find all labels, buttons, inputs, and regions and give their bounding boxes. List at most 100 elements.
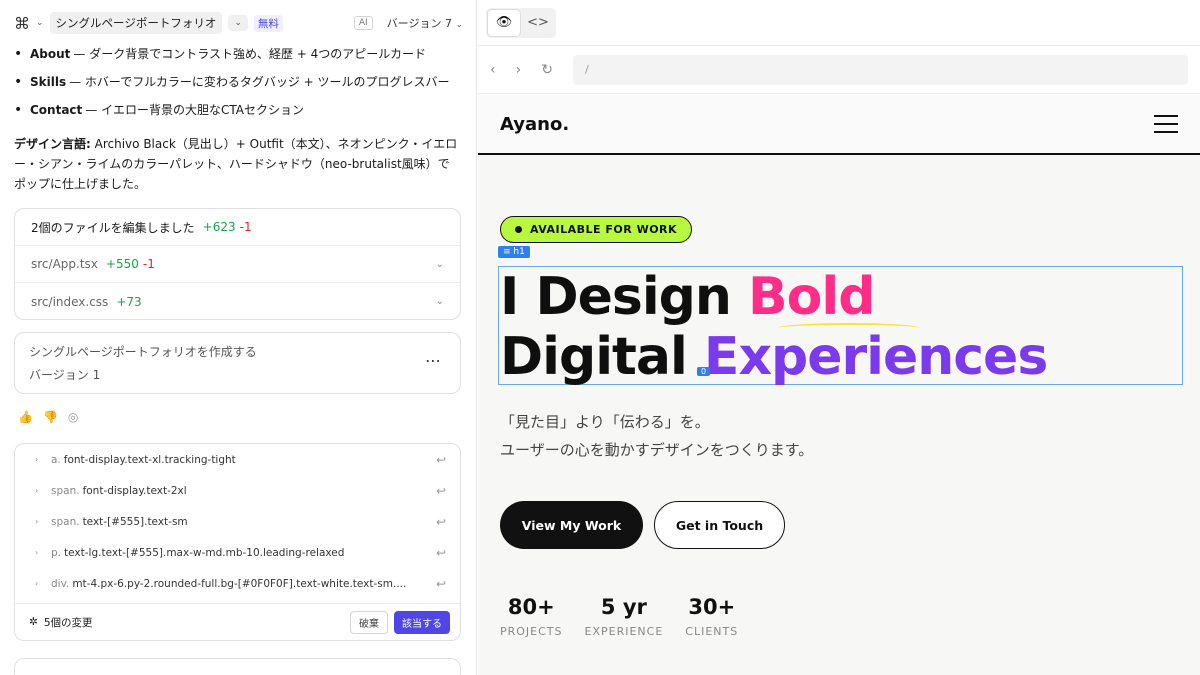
code-icon[interactable]: <> xyxy=(522,10,554,36)
bullet-title: About xyxy=(30,47,71,61)
next-card xyxy=(14,658,461,675)
top-bar: ⌘ ⌄ シングルページポートフォリオ ⌄ 無料 AI バージョン 7 ⌄ xyxy=(0,0,476,46)
change-selector: font-display.text-xl.tracking-tight xyxy=(63,453,236,466)
status-dot-icon xyxy=(515,226,522,233)
bullet-skills: • Skills — ホバーでフルカラーに変わるタグバッジ + ツールのプログレス… xyxy=(14,74,461,102)
chevron-down-icon[interactable]: ⌄ xyxy=(436,259,444,270)
chevron-right-icon[interactable]: › xyxy=(35,517,51,526)
subtitle-line: ユーザーの心を動かすデザインをつくります。 xyxy=(500,441,814,459)
change-row[interactable]: › span. text-[#555].text-sm ↩ xyxy=(15,506,460,537)
chevron-right-icon[interactable]: › xyxy=(35,579,51,588)
changes-count: 5個の変更 xyxy=(43,616,93,629)
restore-icon[interactable]: ◎ xyxy=(68,410,78,424)
bullet-dot: • xyxy=(14,46,23,62)
url-input[interactable]: / xyxy=(572,54,1188,85)
chat-panel: ⌘ ⌄ シングルページポートフォリオ ⌄ 無料 AI バージョン 7 ⌄ • A… xyxy=(0,0,477,675)
thumbs-down-icon[interactable]: 👎 xyxy=(43,410,58,424)
subtitle-line: 「見た目」より「伝わる」を。 xyxy=(500,413,710,431)
change-row[interactable]: › a. font-display.text-xl.tracking-tight… xyxy=(15,444,460,475)
eye-icon[interactable]: 👁 xyxy=(488,9,520,36)
version-label: バージョン 7 xyxy=(386,17,452,30)
menu-icon[interactable] xyxy=(1154,115,1178,133)
index-tag: 0 xyxy=(697,367,711,376)
site-brand[interactable]: Ayano. xyxy=(500,114,569,135)
selection-tag: ≡ h1 xyxy=(498,246,530,258)
file-deletions: -1 xyxy=(142,257,155,271)
file-name: src/App.tsx xyxy=(31,257,98,271)
change-tag: a. xyxy=(51,453,61,466)
site-preview: Ayano. AVAILABLE FOR WORK ≡ h1 I Design … xyxy=(478,95,1200,675)
stat-number: 5 yr xyxy=(600,595,647,619)
undo-icon[interactable]: ↩ xyxy=(436,515,446,529)
change-selector: font-display.text-2xl xyxy=(82,484,187,497)
bullet-title: Contact xyxy=(30,103,83,117)
forward-icon[interactable]: › xyxy=(516,62,522,78)
view-work-button[interactable]: View My Work xyxy=(500,501,643,549)
changes-footer: ✲ 5個の変更 破棄 該当する xyxy=(15,603,460,640)
stats-row: 80+ PROJECTS 5 yr EXPERIENCE 30+ CLIENTS xyxy=(500,595,738,638)
stat-number: 80+ xyxy=(507,595,555,619)
chevron-right-icon[interactable]: › xyxy=(35,548,51,557)
undo-icon[interactable]: ↩ xyxy=(436,577,446,591)
stat-item: 30+ CLIENTS xyxy=(685,595,738,638)
version-card-title: シングルページポートフォリオを作成する xyxy=(29,345,257,359)
url-bar: ‹ › ↻ / xyxy=(478,46,1200,94)
project-name[interactable]: シングルページポートフォリオ xyxy=(49,12,223,34)
stat-label: EXPERIENCE xyxy=(584,625,664,638)
pending-changes-card: › a. font-display.text-xl.tracking-tight… xyxy=(14,443,461,641)
additions-count: +623 xyxy=(202,220,236,234)
project-dropdown-icon[interactable]: ⌄ xyxy=(228,15,248,31)
change-selector: mt-4.px-6.py-2.rounded-full.bg-[#0F0F0F]… xyxy=(72,577,407,590)
app-logo-icon[interactable]: ⌘ xyxy=(14,14,30,33)
chevron-down-icon[interactable]: ⌄ xyxy=(436,296,444,307)
change-selector: text-[#555].text-sm xyxy=(82,515,188,528)
file-name: src/index.css xyxy=(31,294,109,309)
discard-button[interactable]: 破棄 xyxy=(350,610,388,634)
bullet-text: — ダーク背景でコントラスト強め、経歴 + 4つのアピールカード xyxy=(73,47,426,61)
design-label: デザイン言語: xyxy=(14,137,91,151)
change-tag: span. xyxy=(51,515,80,528)
version-card[interactable]: シングルページポートフォリオを作成する バージョン 1 ⋯ xyxy=(14,332,461,394)
design-note: デザイン言語: Archivo Black（見出し）+ Outfit（本文）、ネ… xyxy=(14,134,461,194)
change-tag: div. xyxy=(51,577,70,590)
ai-badge[interactable]: AI xyxy=(353,16,373,30)
change-row[interactable]: › span. font-display.text-2xl ↩ xyxy=(15,475,460,506)
stat-item: 80+ PROJECTS xyxy=(500,595,563,638)
headline-text: Digital xyxy=(500,327,704,387)
file-additions: +550 xyxy=(105,257,139,271)
preview-panel: 👁 <> ‹ › ↻ / Ayano. AVAILABLE FOR WORK ≡… xyxy=(478,0,1200,675)
version-selector[interactable]: バージョン 7 ⌄ xyxy=(387,15,463,31)
chevron-down-icon[interactable]: ⌄ xyxy=(36,18,44,28)
more-options-icon[interactable]: ⋯ xyxy=(425,351,442,370)
edited-files-card: 2個のファイルを編集しました +623 -1 src/App.tsx +550 … xyxy=(14,208,461,320)
file-row[interactable]: src/index.css +73 ⌄ xyxy=(15,283,460,320)
change-row[interactable]: › p. text-lg.text-[#555].max-w-md.mb-10.… xyxy=(15,537,460,568)
file-additions: +73 xyxy=(116,294,142,309)
preview-toolbar: 👁 <> xyxy=(478,0,1200,46)
hero-headline[interactable]: I Design Bold Digital Experiences xyxy=(500,267,1048,387)
apply-button[interactable]: 該当する xyxy=(394,610,450,634)
file-row[interactable]: src/App.tsx +550 -1 ⌄ xyxy=(15,246,460,283)
thumbs-up-icon[interactable]: 👍 xyxy=(18,410,33,424)
undo-icon[interactable]: ↩ xyxy=(436,484,446,498)
chevron-right-icon[interactable]: › xyxy=(35,486,51,495)
bullet-text: — イエロー背景の大胆なCTAセクション xyxy=(85,103,304,117)
stat-number: 30+ xyxy=(688,595,736,619)
chevron-right-icon[interactable]: › xyxy=(35,455,51,464)
stat-item: 5 yr EXPERIENCE xyxy=(585,595,664,638)
view-mode-toggle: 👁 <> xyxy=(486,7,556,38)
headline-highlight-bold: Bold xyxy=(748,267,875,327)
edited-files-title: 2個のファイルを編集しました xyxy=(31,220,195,235)
bullet-title: Skills xyxy=(30,75,67,89)
chat-message: • About — ダーク背景でコントラスト強め、経歴 + 4つのアピールカード … xyxy=(14,46,461,194)
change-row[interactable]: › div. mt-4.px-6.py-2.rounded-full.bg-[#… xyxy=(15,568,460,599)
edited-files-header: 2個のファイルを編集しました +623 -1 xyxy=(15,209,460,246)
get-in-touch-button[interactable]: Get in Touch xyxy=(654,501,785,549)
back-icon[interactable]: ‹ xyxy=(490,62,496,78)
undo-icon[interactable]: ↩ xyxy=(436,546,446,560)
undo-icon[interactable]: ↩ xyxy=(436,453,446,467)
chevron-down-icon: ⌄ xyxy=(455,20,463,30)
reload-icon[interactable]: ↻ xyxy=(541,62,553,78)
feedback-bar: 👍 👎 ◎ xyxy=(18,410,78,424)
selection-tag-label: h1 xyxy=(513,247,525,257)
